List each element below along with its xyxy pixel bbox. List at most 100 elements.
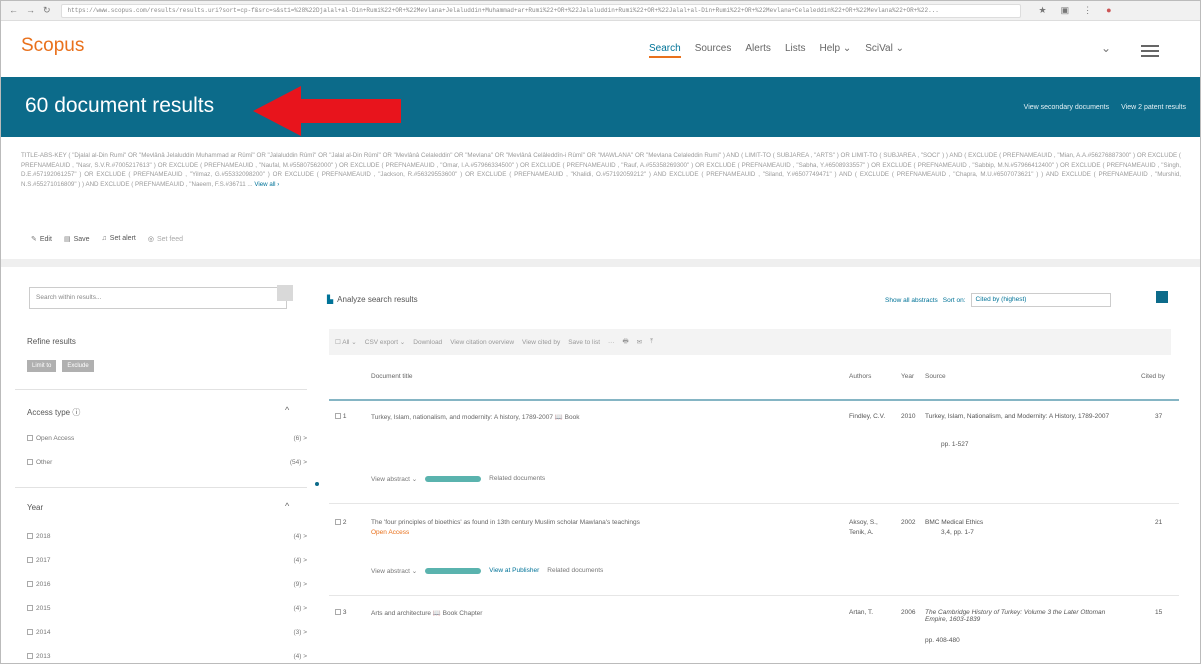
screenshot-frame: ← → ↻ https://www.scopus.com/results/res… — [0, 0, 1201, 664]
nav-menu: Search Sources Alerts Lists Help ⌄ SciVa… — [649, 43, 904, 58]
source-link[interactable]: BMC Medical Ethics — [925, 519, 983, 526]
authors-link[interactable]: Tenik, A. — [849, 529, 874, 536]
bookmark-icon[interactable]: ★ — [1039, 5, 1047, 16]
analyze-results-link[interactable]: ▙ Analyze search results — [327, 295, 418, 304]
facet-year-2013[interactable]: 2013 (4) > — [27, 653, 307, 660]
related-documents-link[interactable]: Related documents — [547, 567, 603, 575]
row-checkbox[interactable]: 1 — [335, 413, 346, 420]
checkbox[interactable] — [27, 605, 33, 612]
facet-label: 2016 — [36, 581, 51, 588]
cited-by-count[interactable]: 37 — [1155, 413, 1162, 420]
patent-results-link[interactable]: View 2 patent results — [1121, 104, 1186, 111]
col-document-title[interactable]: Document title — [371, 373, 413, 380]
row-separator — [329, 595, 1179, 596]
checkbox[interactable] — [27, 557, 33, 564]
account-dropdown[interactable]: ⌄ — [1101, 41, 1111, 55]
checkbox[interactable] — [27, 581, 33, 588]
checkbox[interactable] — [27, 653, 33, 660]
address-bar[interactable]: https://www.scopus.com/results/results.u… — [60, 3, 1021, 18]
edit-query-button[interactable]: ✎ Edit — [31, 235, 52, 243]
record-icon[interactable]: ● — [1106, 5, 1111, 16]
email-icon[interactable]: ✉ — [637, 338, 642, 346]
save-to-list-button[interactable]: Save to list — [568, 339, 600, 346]
checkbox[interactable] — [27, 533, 33, 540]
authors-link[interactable]: Artan, T. — [849, 609, 873, 616]
facet-year-2014[interactable]: 2014 (3) > — [27, 629, 307, 636]
link-resolver-button[interactable] — [425, 476, 482, 482]
row-separator — [329, 503, 1179, 504]
scopus-logo[interactable]: Scopus — [21, 35, 84, 57]
view-all-link[interactable]: View all › — [254, 181, 279, 188]
view-at-publisher-link[interactable]: View at Publisher — [489, 567, 539, 575]
facet-year-2017[interactable]: 2017 (4) > — [27, 557, 307, 564]
limit-to-button[interactable]: Limit to — [27, 360, 57, 372]
cited-by-button[interactable]: View cited by — [522, 339, 560, 346]
nav-help[interactable]: Help ⌄ — [820, 43, 852, 58]
search-query: TITLE-ABS-KEY ( "Djalal al-Din Rumi" OR … — [21, 151, 1181, 189]
source-link[interactable]: The Cambridge History of Turkey: Volume … — [925, 609, 1125, 623]
document-title-link[interactable]: Arts and architecture 📖 Book Chapter — [371, 609, 482, 617]
set-feed-button[interactable]: ◎ Set feed — [148, 235, 183, 243]
col-cited-by[interactable]: Cited by — [1141, 373, 1165, 380]
col-authors[interactable]: Authors — [849, 373, 871, 380]
facet-count: (4) > — [293, 533, 307, 540]
extension-icon[interactable]: ▣ — [1061, 5, 1070, 16]
related-documents-link[interactable]: Related documents — [489, 475, 545, 483]
download-button[interactable]: Download — [413, 339, 442, 346]
forward-icon[interactable]: → — [26, 5, 35, 16]
citation-overview-button[interactable]: View citation overview — [450, 339, 514, 346]
view-abstract-button[interactable]: View abstract ⌄ — [371, 567, 417, 575]
facet-count: (6) > — [293, 435, 307, 442]
sort-select[interactable]: Cited by (highest) — [970, 293, 1111, 307]
authors-link[interactable]: Findley, C.V. — [849, 413, 885, 420]
row-checkbox[interactable]: 2 — [335, 519, 346, 526]
authors-link[interactable]: Aksoy, S., — [849, 519, 878, 526]
export-icon[interactable]: ⤒ — [650, 338, 653, 346]
view-abstract-button[interactable]: View abstract ⌄ — [371, 475, 417, 483]
search-within-button[interactable] — [277, 285, 293, 301]
show-abstracts-link[interactable]: Show all abstracts — [885, 297, 938, 304]
link-resolver-button[interactable] — [425, 568, 482, 574]
nav-alerts[interactable]: Alerts — [745, 43, 771, 58]
checkbox[interactable] — [27, 435, 33, 442]
set-alert-button[interactable]: ♫ Set alert — [102, 235, 136, 243]
cited-by-count[interactable]: 21 — [1155, 519, 1162, 526]
sort-dropdown-button[interactable] — [1156, 291, 1168, 303]
facet-other[interactable]: Other (54) > — [27, 459, 307, 466]
menu-icon[interactable]: ⋮ — [1083, 5, 1092, 16]
search-within-input[interactable]: Search within results... — [29, 287, 287, 309]
facet-year-2015[interactable]: 2015 (4) > — [27, 605, 307, 612]
nav-sources[interactable]: Sources — [695, 43, 732, 58]
secondary-documents-link[interactable]: View secondary documents — [1024, 104, 1109, 111]
source-link[interactable]: Turkey, Islam, Nationalism, and Modernit… — [925, 413, 1125, 420]
select-all-checkbox[interactable]: ☐ All ⌄ — [335, 338, 357, 346]
checkbox[interactable] — [27, 459, 33, 466]
document-title-link[interactable]: Turkey, Islam, nationalism, and modernit… — [371, 413, 580, 421]
document-title-link[interactable]: The 'four principles of bioethics' as fo… — [371, 519, 640, 526]
exclude-button[interactable]: Exclude — [62, 360, 94, 372]
more-options-button[interactable]: ··· — [608, 339, 615, 346]
back-icon[interactable]: ← — [9, 5, 18, 16]
hamburger-menu-icon[interactable] — [1141, 45, 1159, 57]
save-query-button[interactable]: ▤ Save — [64, 235, 90, 243]
nav-scival[interactable]: SciVal ⌄ — [865, 43, 904, 58]
collapse-year-icon[interactable]: ^ — [285, 501, 289, 511]
csv-export-button[interactable]: CSV export ⌄ — [365, 338, 406, 346]
set-alert-label: Set alert — [109, 235, 136, 242]
print-icon[interactable]: 🖶 — [623, 337, 629, 348]
facet-open-access[interactable]: Open Access (6) > — [27, 435, 307, 442]
nav-search[interactable]: Search — [649, 43, 681, 58]
nav-lists[interactable]: Lists — [785, 43, 806, 58]
pages-value: 3,4, pp. 1-7 — [941, 529, 974, 536]
col-year[interactable]: Year — [901, 373, 914, 380]
facet-year-2018[interactable]: 2018 (4) > — [27, 533, 307, 540]
facet-year-2016[interactable]: 2016 (9) > — [27, 581, 307, 588]
col-source[interactable]: Source — [925, 373, 946, 380]
checkbox[interactable] — [27, 629, 33, 636]
collapse-access-icon[interactable]: ^ — [285, 405, 289, 415]
row-checkbox[interactable]: 3 — [335, 609, 346, 616]
access-type-title: Access type ⓘ — [27, 408, 81, 417]
reload-icon[interactable]: ↻ — [43, 5, 51, 16]
browser-extensions: ★ ▣ ⋮ ● — [1039, 5, 1112, 16]
cited-by-count[interactable]: 15 — [1155, 609, 1162, 616]
